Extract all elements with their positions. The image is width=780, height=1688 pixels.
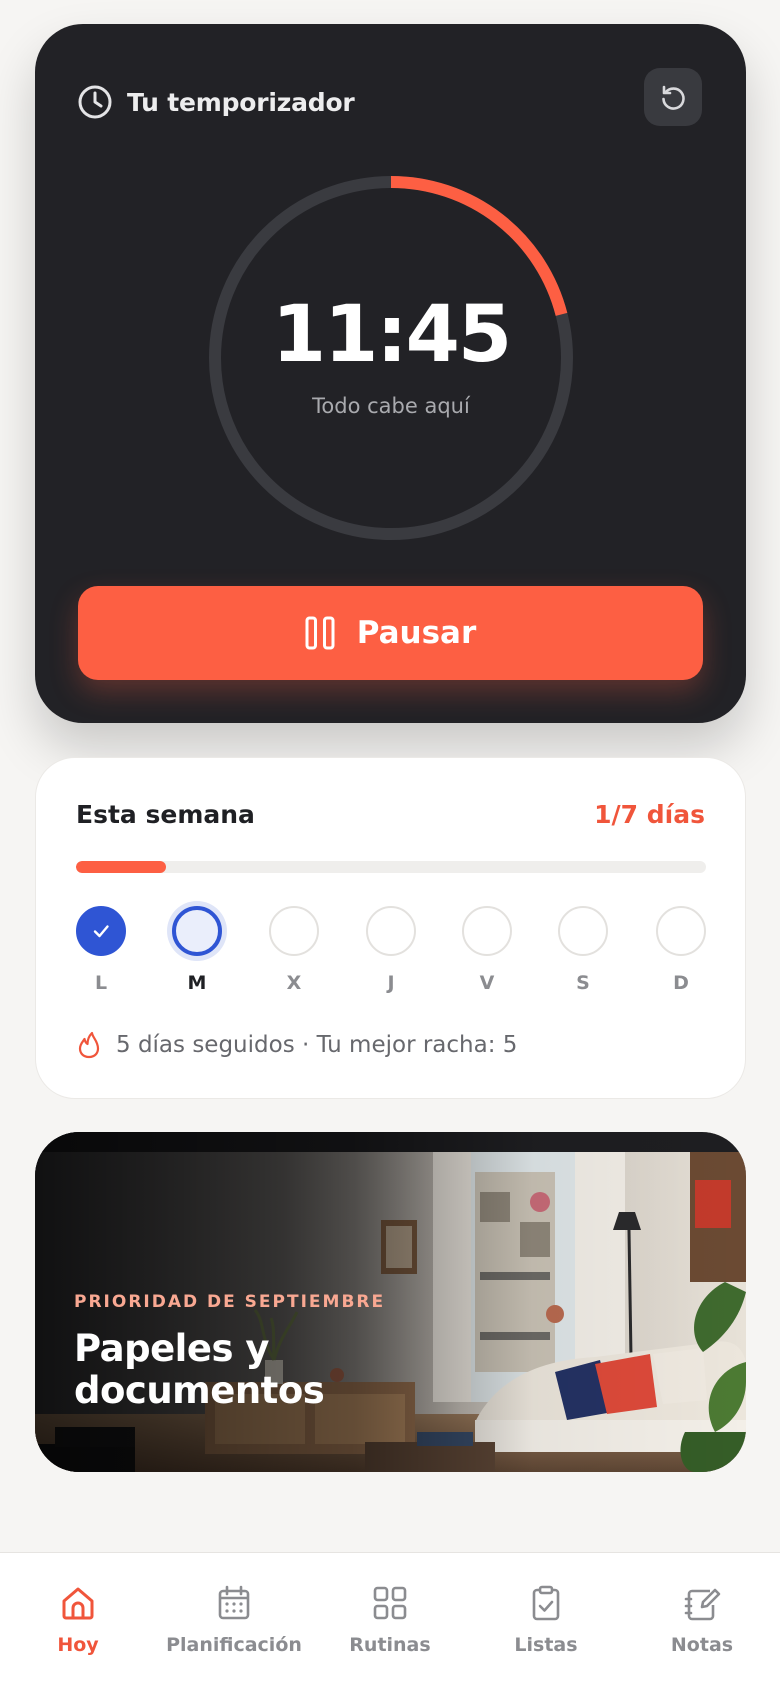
nav-item-notas[interactable]: Notas [622, 1583, 780, 1673]
day-letter: D [673, 972, 689, 994]
streak-text: 5 días seguidos · Tu mejor racha: 5 [116, 1032, 518, 1058]
nav-item-planificacion[interactable]: Planificación [154, 1583, 314, 1673]
day-circle[interactable] [172, 906, 222, 956]
home-icon [58, 1583, 98, 1623]
day-tuesday[interactable]: M [172, 906, 222, 1006]
timer-header: Tu temporizador [77, 79, 355, 125]
pause-button[interactable]: Pausar [78, 586, 703, 680]
nav-item-rutinas[interactable]: Rutinas [310, 1583, 470, 1673]
reset-icon [658, 82, 688, 112]
day-monday[interactable]: L [76, 906, 126, 1006]
day-thursday[interactable]: J [366, 906, 416, 1006]
day-circle[interactable] [76, 906, 126, 956]
day-circle[interactable] [269, 906, 319, 956]
day-saturday[interactable]: S [558, 906, 608, 1006]
pause-button-label: Pausar [356, 615, 477, 651]
timer-subtitle: Todo cabe aquí [312, 394, 470, 418]
day-letter: J [387, 972, 395, 994]
day-letter: S [576, 972, 590, 994]
day-friday[interactable]: V [462, 906, 512, 1006]
day-letter: M [187, 972, 207, 994]
week-progress-fill [76, 861, 167, 873]
clock-icon [77, 84, 113, 120]
day-circle[interactable] [366, 906, 416, 956]
nav-label: Planificación [166, 1634, 302, 1656]
timer-title: Tu temporizador [127, 87, 355, 117]
timer-card: Tu temporizador 11:45 Todo cabe aquí Pau… [35, 24, 746, 723]
week-title: Esta semana [76, 800, 255, 829]
week-count: 1/7 días [594, 800, 705, 829]
day-sunday[interactable]: D [656, 906, 706, 1006]
day-letter: L [94, 972, 108, 994]
reset-timer-button[interactable] [644, 68, 702, 126]
week-card: Esta semana 1/7 días L M X J V S D 5 día… [35, 757, 746, 1099]
bottom-nav: Hoy Planificación Rutinas Listas Notas [0, 1552, 780, 1688]
streak-row: 5 días seguidos · Tu mejor racha: 5 [76, 1028, 517, 1062]
pause-icon [305, 615, 335, 651]
check-icon [90, 920, 112, 942]
week-progress-bar [76, 861, 706, 873]
day-letter: X [286, 972, 302, 994]
timer-value: 11:45 [271, 290, 512, 380]
nav-item-hoy[interactable]: Hoy [0, 1583, 158, 1673]
day-letter: V [479, 972, 495, 994]
calendar-icon [214, 1583, 254, 1623]
timer-ring: 11:45 Todo cabe aquí [205, 172, 577, 544]
nav-item-listas[interactable]: Listas [466, 1583, 626, 1673]
priority-eyebrow: PRIORIDAD DE SEPTIEMBRE [74, 1292, 386, 1312]
grid-icon [370, 1583, 410, 1623]
week-days: L M X J V S D [76, 906, 706, 1006]
flame-icon [76, 1030, 102, 1060]
day-wednesday[interactable]: X [269, 906, 319, 1006]
nav-label: Hoy [57, 1634, 99, 1656]
clipboard-check-icon [526, 1583, 566, 1623]
day-circle[interactable] [558, 906, 608, 956]
day-circle[interactable] [656, 906, 706, 956]
nav-label: Listas [514, 1634, 578, 1656]
priority-card[interactable]: PRIORIDAD DE SEPTIEMBRE Papeles y docume… [35, 1132, 746, 1472]
priority-title: Papeles y documentos [74, 1327, 325, 1412]
nav-label: Rutinas [349, 1634, 431, 1656]
edit-note-icon [682, 1583, 722, 1623]
nav-label: Notas [670, 1634, 734, 1656]
day-circle[interactable] [462, 906, 512, 956]
